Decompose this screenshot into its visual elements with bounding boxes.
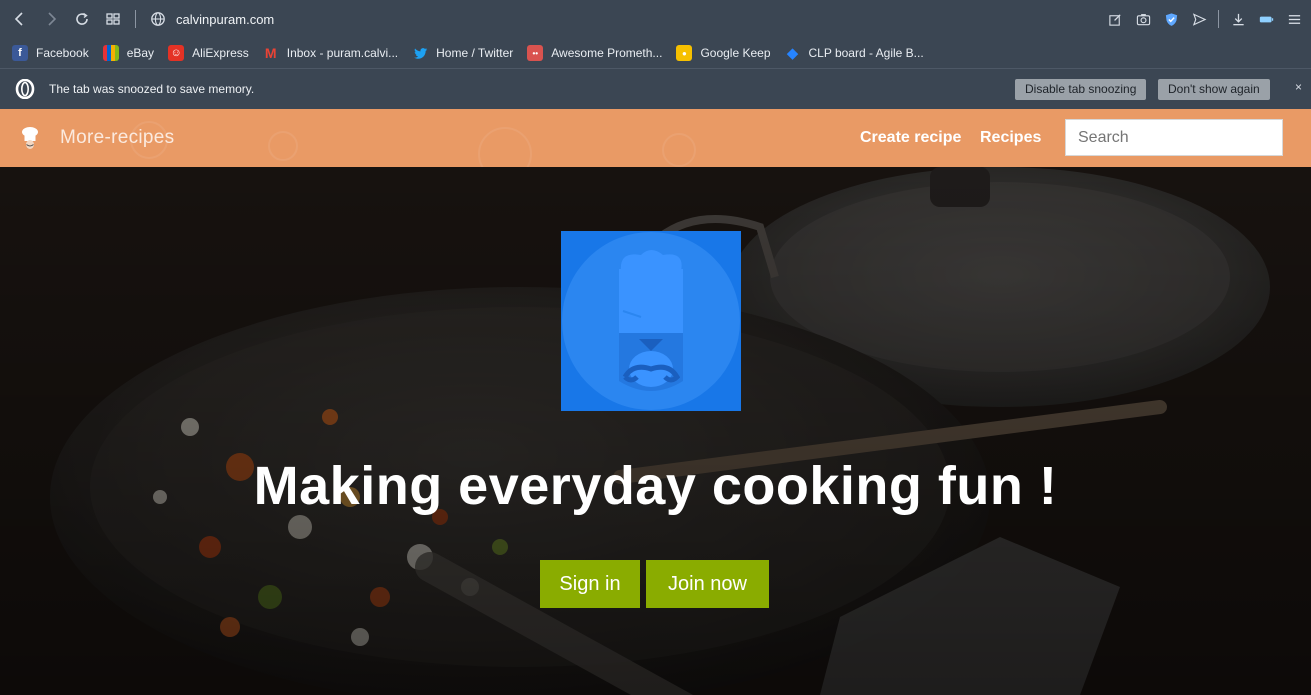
site-navbar: More-recipes Create recipe Recipes — [0, 109, 1311, 181]
send-icon[interactable] — [1188, 5, 1210, 33]
opera-icon — [15, 79, 35, 99]
bookmark-label: eBay — [126, 46, 155, 60]
bookmark-label: CLP board - Agile B... — [808, 46, 924, 60]
facebook-icon: f — [12, 45, 28, 61]
chef-logo — [561, 231, 741, 411]
prometheus-icon: •• — [527, 45, 544, 61]
twitter-icon — [412, 45, 428, 61]
disable-snoozing-button[interactable]: Disable tab snoozing — [1015, 79, 1147, 100]
bookmarks-bar: f Facebook eBay ☺ AliExpress M Inbox - p… — [0, 38, 1311, 68]
bookmark-label: Facebook — [36, 46, 89, 60]
toolbar-right-icons — [1104, 5, 1305, 33]
toolbar-divider-2 — [1218, 10, 1219, 28]
bookmark-label: Awesome Prometh... — [551, 46, 663, 60]
navbar-pattern-decoration — [662, 133, 696, 167]
navbar-pattern-decoration — [268, 131, 298, 161]
menu-icon[interactable] — [1283, 5, 1305, 33]
bookmark-facebook[interactable]: f Facebook — [12, 45, 89, 61]
globe-icon — [151, 12, 165, 26]
edit-icon[interactable] — [1104, 5, 1126, 33]
gmail-icon: M — [264, 45, 277, 61]
brand-name[interactable]: More-recipes — [60, 127, 174, 149]
browser-toolbar: calvinpuram.com — [0, 0, 1311, 38]
recipes-link[interactable]: Recipes — [980, 129, 1041, 147]
search-input[interactable] — [1065, 119, 1283, 156]
forward-icon[interactable] — [37, 5, 65, 33]
bookmark-twitter[interactable]: Home / Twitter — [412, 45, 513, 61]
jira-icon: ◆ — [786, 45, 799, 62]
bookmark-label: AliExpress — [192, 46, 249, 60]
hero-headline: Making everyday cooking fun ! — [253, 456, 1058, 516]
camera-icon[interactable] — [1132, 5, 1154, 33]
hero-section: Making everyday cooking fun ! Sign in Jo… — [0, 167, 1311, 695]
chef-icon — [562, 232, 740, 410]
speed-dial-icon[interactable] — [99, 5, 127, 33]
bookmark-label: Home / Twitter — [436, 46, 514, 60]
download-icon[interactable] — [1227, 5, 1249, 33]
keep-icon: ● — [676, 45, 693, 61]
ebay-icon — [102, 45, 119, 61]
bookmark-jira[interactable]: ◆ CLP board - Agile B... — [785, 45, 924, 62]
create-recipe-link[interactable]: Create recipe — [860, 129, 961, 147]
address-bar[interactable]: calvinpuram.com — [150, 11, 274, 27]
reload-icon[interactable] — [68, 5, 96, 33]
sign-in-button[interactable]: Sign in — [540, 560, 640, 608]
bookmark-gmail[interactable]: M Inbox - puram.calvi... — [263, 45, 398, 61]
snooze-message: The tab was snoozed to save memory. — [49, 82, 255, 96]
snooze-bar: The tab was snoozed to save memory. Disa… — [0, 68, 1311, 109]
chef-hat-icon[interactable] — [20, 126, 40, 150]
shield-icon[interactable] — [1160, 5, 1182, 33]
bookmark-prometheus[interactable]: •• Awesome Prometh... — [527, 45, 662, 61]
bookmark-google-keep[interactable]: ● Google Keep — [676, 45, 771, 61]
join-now-button[interactable]: Join now — [646, 560, 769, 608]
url-text[interactable]: calvinpuram.com — [176, 12, 274, 27]
aliexpress-icon: ☺ — [168, 45, 185, 61]
dont-show-again-button[interactable]: Don't show again — [1158, 79, 1270, 100]
bookmark-aliexpress[interactable]: ☺ AliExpress — [168, 45, 249, 61]
close-icon[interactable]: × — [1295, 80, 1302, 94]
battery-icon[interactable] — [1255, 5, 1277, 33]
back-icon[interactable] — [6, 5, 34, 33]
bookmark-label: Inbox - puram.calvi... — [286, 46, 399, 60]
toolbar-divider — [135, 10, 136, 28]
bookmark-ebay[interactable]: eBay — [102, 45, 155, 61]
bookmark-label: Google Keep — [700, 46, 771, 60]
